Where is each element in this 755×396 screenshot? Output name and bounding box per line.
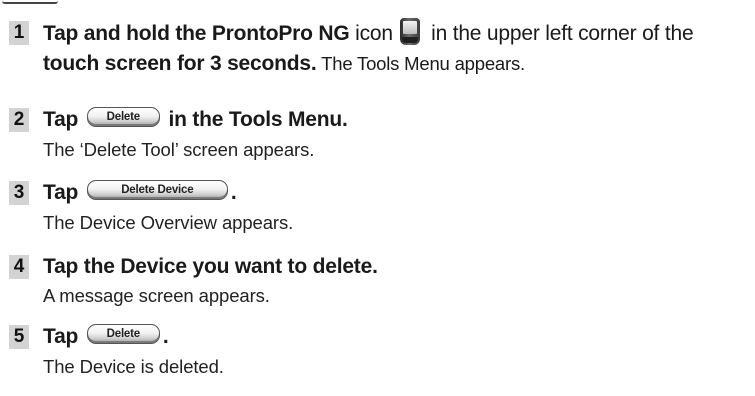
step-4-result: A message screen appears. bbox=[43, 285, 270, 306]
step-5-instruction: Tap Delete. bbox=[43, 324, 169, 349]
prontopro-device-icon bbox=[400, 18, 421, 45]
step-1-instruction-cont: touch screen for 3 seconds. The Tools Me… bbox=[43, 52, 525, 76]
step-3-result: The Device Overview appears. bbox=[43, 212, 294, 233]
step-number: 3 bbox=[9, 181, 29, 205]
step-5-result: The Device is deleted. bbox=[43, 356, 224, 377]
cropped-heading-fragment bbox=[0, 0, 62, 5]
result-text: The Tools Menu appears. bbox=[316, 53, 525, 74]
text: icon bbox=[349, 22, 399, 46]
text: in the upper left corner of the bbox=[425, 22, 694, 46]
step-number: 2 bbox=[9, 108, 29, 132]
step-2-result: The ‘Delete Tool’ screen appears. bbox=[43, 139, 315, 160]
text: Tap bbox=[43, 108, 84, 131]
text: touch screen for 3 seconds. bbox=[43, 52, 317, 75]
step-2-instruction: Tap Delete in the Tools Menu. bbox=[43, 107, 348, 132]
text: Tap bbox=[43, 325, 84, 348]
step-3-instruction: Tap Delete Device. bbox=[43, 180, 237, 205]
delete-button-graphic: Delete bbox=[86, 107, 160, 128]
step-1-instruction: Tap and hold the ProntoPro NG icon in th… bbox=[43, 18, 694, 48]
text: in the Tools Menu. bbox=[162, 108, 348, 131]
text: Tap bbox=[43, 181, 84, 204]
text: . bbox=[162, 325, 169, 348]
step-4-instruction: Tap the Device you want to delete. bbox=[43, 255, 378, 278]
delete-device-button-graphic: Delete Device bbox=[86, 180, 228, 201]
text: . bbox=[230, 181, 237, 204]
delete-button-graphic: Delete bbox=[86, 324, 160, 345]
product-name: ProntoPro NG bbox=[211, 22, 350, 46]
step-number: 4 bbox=[9, 255, 29, 279]
step-number: 5 bbox=[9, 325, 29, 349]
text: Tap and hold the bbox=[43, 22, 212, 46]
step-number: 1 bbox=[9, 21, 29, 45]
